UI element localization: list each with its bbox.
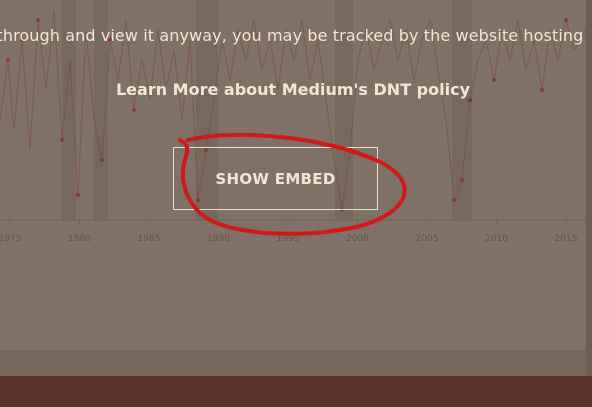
chart-x-tick-label: 1995	[277, 234, 300, 244]
chart-x-tick-label: 1990	[207, 234, 230, 244]
page-bottom-strip	[0, 376, 592, 407]
chart-x-tick-label: 2015	[555, 234, 578, 244]
learn-more-dnt-link[interactable]: Learn More about Medium's DNT policy	[0, 80, 586, 99]
chart-x-tick-label: 2010	[485, 234, 508, 244]
panel-right-edge	[586, 0, 592, 376]
chart-x-ticks: 1975 1980 1985 1990 1995 2000 2005 2010 2015	[0, 220, 577, 244]
chart-x-tick-label: 2000	[346, 234, 369, 244]
chart-x-tick-label: 2005	[416, 234, 439, 244]
tracking-notice-text: If you click through and view it anyway,…	[0, 26, 586, 45]
chart-x-tick-label: 1985	[138, 234, 161, 244]
panel-bottom-shade	[0, 350, 586, 376]
embed-overlay-panel: 1975 1980 1985 1990 1995 2000 2005 2010 2015 If …	[0, 0, 586, 376]
chart-x-tick-label: 1975	[0, 234, 21, 244]
chart-x-tick-label: 1980	[68, 234, 91, 244]
show-embed-button[interactable]: SHOW EMBED	[173, 147, 378, 210]
